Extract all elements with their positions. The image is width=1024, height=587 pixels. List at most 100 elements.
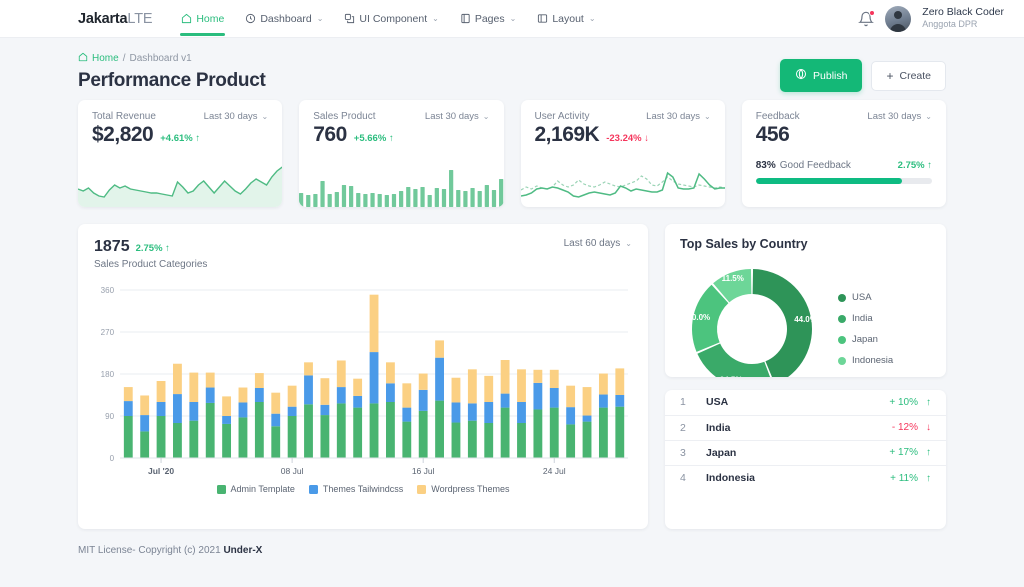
country-delta: - 12% ↓ [892,422,931,433]
main-row: 1875 2.75% ↑ Sales Product Categories La… [78,224,946,529]
page-actions: Publish + Create [780,59,946,92]
country-name: Indonesia [706,472,756,485]
nav-item-ui-component[interactable]: UI Component ⌄ [335,2,447,36]
bar-segment [369,294,379,353]
stat-value: 456 [755,123,790,146]
stat-sparkline [78,151,283,207]
chart-header: 1875 2.75% ↑ Sales Product Categories La… [94,238,632,270]
nav-item-home[interactable]: Home [172,2,233,36]
y-axis-tick: 90 [105,412,114,421]
trend-up-icon: ↑ [927,160,932,171]
legend-label: Wordpress Themes [431,484,510,494]
y-axis-tick: 0 [110,454,115,463]
bar-segment [500,407,510,458]
publish-icon [795,68,807,83]
country-rank: 2 [680,421,686,434]
notification-badge [869,9,876,16]
stat-range-dropdown[interactable]: Last 30 days ⌄ [646,111,711,122]
legend-item[interactable]: Themes Tailwindcss [308,484,403,494]
brand-logo[interactable]: JakartaLTE [78,11,153,27]
nav-item-pages[interactable]: Pages ⌄ [451,2,525,36]
stat-sparkline [520,151,725,207]
donut-chart: 44.0% 24.5% 20.0% 11.5% [680,253,830,377]
bar-segment [222,423,232,458]
create-button[interactable]: + Create [871,60,946,91]
stat-range-dropdown[interactable]: Last 30 days ⌄ [867,111,932,122]
nav-item-label: UI Component [359,12,428,25]
stat-range-dropdown[interactable]: Last 30 days ⌄ [204,111,269,122]
home-icon [78,52,88,65]
stat-card-total-revenue: Total Revenue Last 30 days ⌄ $2,820 +4.61% ↑ [78,100,283,207]
chart-range-dropdown[interactable]: Last 60 days ⌄ [564,238,632,249]
table-row[interactable]: 1 USA + 10% ↑ [665,390,946,415]
legend-swatch [216,484,226,494]
donut-legend-item[interactable]: USA [838,292,893,303]
stat-range-dropdown[interactable]: Last 30 days ⌄ [425,111,490,122]
breadcrumb-home[interactable]: Home [92,53,119,64]
country-name: India [706,421,731,434]
stat-range-label: Last 30 days [646,111,701,122]
donut-legend-dot [838,356,846,365]
bar-segment [615,368,625,395]
trend-down-icon: ↓ [644,133,649,144]
publish-label: Publish [813,69,848,82]
donut-legend-label: India [852,313,873,324]
stat-label: Sales Product [313,111,376,122]
feedback-caption: Good Feedback [779,160,851,171]
page-title: Performance Product [78,70,266,91]
user-info[interactable]: Zero Black Coder Anggota DPR [922,6,1004,30]
country-delta-value: + 10% [889,396,918,408]
nav-item-dashboard[interactable]: Dashboard ⌄ [236,2,332,36]
donut-legend-item[interactable]: Japan [838,334,893,345]
country-name: USA [706,396,729,409]
table-row[interactable]: 4 Indonesia + 11% ↑ [665,465,946,490]
stat-range-label: Last 30 days [867,111,922,122]
footer-text: MIT License- Copyright (c) 2021 [78,545,224,556]
book-icon [460,13,471,24]
bell-icon[interactable] [858,9,876,27]
bar-segment [418,410,428,458]
table-row[interactable]: 2 India - 12% ↓ [665,414,946,440]
trend-up-icon: ↑ [165,243,170,254]
bar-segment [467,369,477,404]
bar-segment [353,407,363,458]
country-delta-value: - 12% [891,422,918,434]
bar-segment [320,404,330,416]
donut-legend-item[interactable]: Indonesia [838,355,893,366]
footer-bold: Under-X [223,545,263,556]
bar-segment [336,360,346,388]
legend-item[interactable]: Wordpress Themes [417,484,509,494]
bar-segment [418,373,428,390]
bar-segment [238,402,248,418]
nav-item-layout[interactable]: Layout ⌄ [528,2,604,36]
legend-item[interactable]: Admin Template [216,484,295,494]
country-name: Japan [706,446,737,459]
publish-button[interactable]: Publish [780,59,863,92]
donut-slice-label: 44.0% [794,315,817,324]
bar-segment [254,373,264,388]
bar-segment [353,395,363,408]
bar-segment [123,416,133,458]
bar-segment [566,407,576,425]
x-axis-tick: 16 Jul [412,466,435,476]
feedback-progress-fill [755,178,903,184]
chart-subtitle: Sales Product Categories [94,259,208,270]
bar-segment [484,375,494,402]
stat-card-header: Total Revenue Last 30 days ⌄ [78,100,282,122]
layers-icon [344,13,355,24]
chart-kpi-delta: 2.75% ↑ [136,243,170,254]
bar-segment [451,377,461,403]
bar-segment [566,424,576,458]
bar-segment [484,402,494,423]
stat-value-row: 2,169K -23.24% ↓ [521,122,725,147]
bar-segment [386,362,395,384]
table-row[interactable]: 3 Japan + 17% ↑ [665,439,946,465]
avatar[interactable] [885,5,912,32]
bar-segment [271,413,281,427]
bar-segment [451,402,461,423]
bar-segment [336,403,346,458]
donut-legend-item[interactable]: India [838,313,893,324]
donut-slice[interactable] [697,343,773,377]
breadcrumb-separator: / [122,53,126,64]
bar-segment [189,372,199,402]
